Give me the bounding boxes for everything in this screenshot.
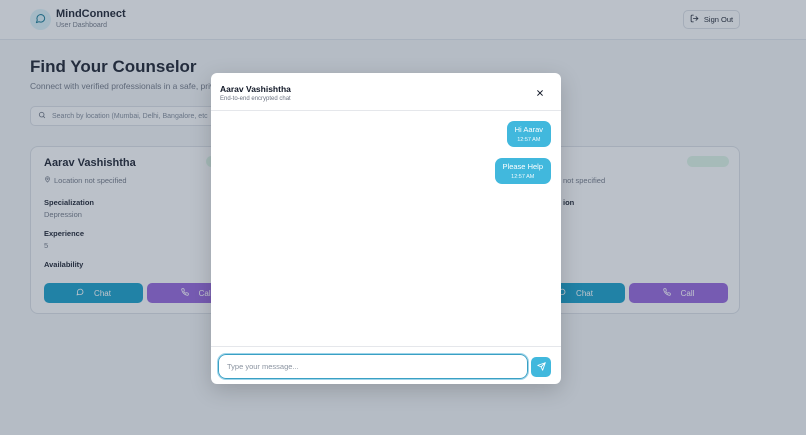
send-button[interactable] (531, 357, 551, 377)
chat-dialog: Aarav Vashishtha End-to-end encrypted ch… (211, 73, 561, 384)
chat-dialog-header: Aarav Vashishtha End-to-end encrypted ch… (211, 73, 561, 111)
message-composer (211, 346, 561, 384)
message-time: 12:57 AM (517, 137, 541, 143)
message-bubble: Please Help 12:57 AM (494, 158, 551, 184)
message-text: Please Help (502, 162, 543, 171)
message-bubble: Hi Aarav 12:57 AM (506, 121, 551, 147)
close-button[interactable] (533, 86, 547, 100)
chat-dialog-subtitle: End-to-end encrypted chat (220, 96, 291, 102)
close-icon (536, 84, 544, 102)
send-icon (536, 358, 546, 376)
message-input[interactable] (217, 353, 529, 380)
message-text: Hi Aarav (514, 125, 543, 134)
chat-dialog-title: Aarav Vashishtha (220, 84, 291, 94)
message-time: 12:57 AM (511, 174, 535, 180)
message-list: Hi Aarav 12:57 AM Please Help 12:57 AM (211, 111, 561, 346)
